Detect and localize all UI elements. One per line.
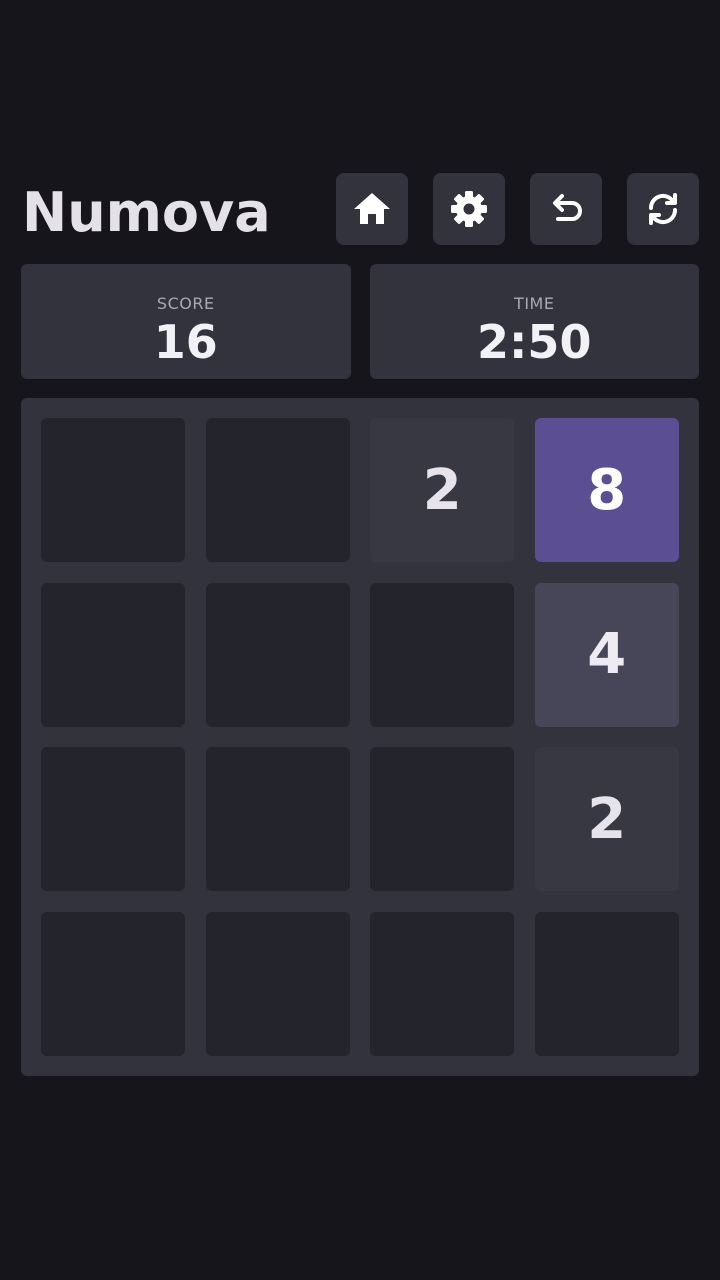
board-cell (205, 582, 350, 727)
board-cell: 2 (534, 747, 679, 892)
refresh-icon (648, 193, 678, 225)
time-panel: TIME 2:50 (369, 264, 699, 379)
board-cell (205, 418, 350, 562)
board-cell (41, 911, 185, 1056)
score-panel: SCORE 16 (21, 264, 351, 379)
game-board[interactable]: 2 8 4 2 (21, 398, 699, 1076)
board-cell (41, 747, 185, 892)
home-button[interactable] (336, 173, 408, 245)
board-cell (41, 582, 185, 727)
board-cell (370, 747, 515, 892)
board-cell (205, 911, 350, 1056)
home-icon (354, 193, 390, 224)
board-cell: 8 (534, 418, 679, 562)
board-cell (370, 911, 515, 1056)
settings-button[interactable] (433, 173, 505, 245)
board-cell: 4 (534, 582, 679, 727)
undo-button[interactable] (530, 173, 602, 245)
score-label: SCORE (156, 294, 215, 313)
gear-icon (451, 191, 487, 227)
stats-bar: SCORE 16 TIME 2:50 (21, 264, 699, 379)
time-label: TIME (514, 294, 555, 313)
board-cell (534, 911, 679, 1056)
board-cell (41, 418, 185, 562)
restart-button[interactable] (627, 173, 699, 245)
board-cell (205, 747, 350, 892)
board-cell: 2 (370, 418, 515, 562)
game-title: Numova (22, 181, 271, 244)
board-cell (370, 582, 515, 727)
score-value: 16 (153, 315, 218, 369)
toolbar (336, 173, 699, 245)
time-value: 2:50 (477, 315, 592, 369)
undo-icon (553, 194, 582, 221)
